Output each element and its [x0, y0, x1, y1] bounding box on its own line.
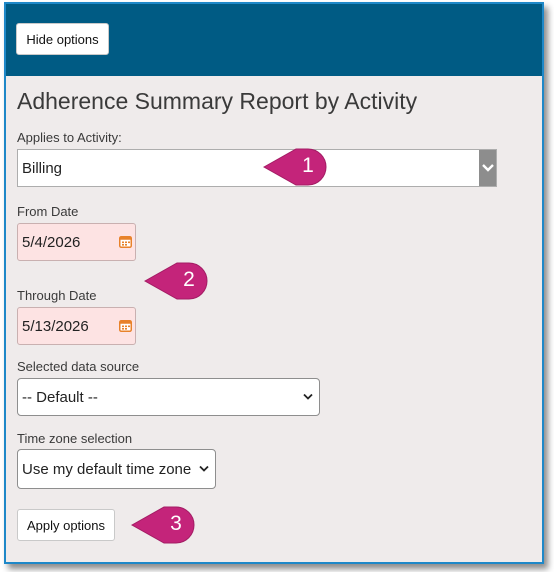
hide-options-button[interactable]: Hide options — [16, 23, 109, 55]
data-source-value: -- Default -- — [22, 388, 98, 406]
time-zone-label: Time zone selection — [17, 431, 133, 446]
time-zone-select[interactable]: Use my default time zone — [17, 449, 216, 489]
from-date-label: From Date — [17, 204, 79, 219]
chevron-down-icon[interactable] — [479, 150, 496, 186]
data-source-select[interactable]: -- Default -- — [17, 378, 320, 416]
activity-label: Applies to Activity: — [17, 130, 122, 145]
from-date-input[interactable]: 5/4/2026 — [17, 223, 136, 261]
callout-badge-3: 3 — [128, 504, 200, 546]
callout-number: 2 — [183, 268, 195, 291]
calendar-icon[interactable] — [119, 319, 132, 332]
page-title: Adherence Summary Report by Activity — [17, 88, 418, 114]
callout-badge-2: 2 — [141, 260, 213, 302]
activity-select[interactable]: Billing — [17, 149, 497, 187]
chevron-down-icon — [199, 465, 209, 472]
calendar-icon[interactable] — [119, 235, 132, 248]
callout-badge-1: 1 — [260, 146, 332, 188]
through-date-label: Through Date — [17, 288, 97, 303]
time-zone-value: Use my default time zone — [22, 460, 192, 478]
report-options-panel: Hide options Adherence Summary Report by… — [4, 2, 544, 564]
activity-value: Billing — [22, 159, 63, 177]
chevron-down-icon — [303, 393, 313, 400]
options-header-bar: Hide options — [6, 4, 542, 76]
callout-number: 3 — [170, 512, 182, 535]
through-date-value: 5/13/2026 — [22, 317, 89, 335]
through-date-input[interactable]: 5/13/2026 — [17, 307, 136, 345]
callout-number: 1 — [302, 154, 314, 177]
apply-options-button[interactable]: Apply options — [17, 509, 115, 541]
data-source-label: Selected data source — [17, 359, 140, 374]
from-date-value: 5/4/2026 — [22, 233, 81, 251]
